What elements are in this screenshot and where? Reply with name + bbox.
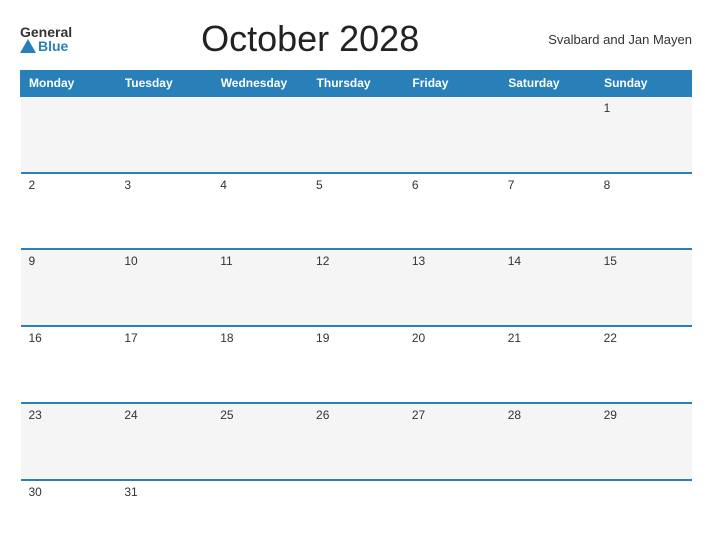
day-number: 26 [316, 408, 396, 422]
calendar-day-cell: 13 [404, 249, 500, 326]
calendar-day-cell: 22 [596, 326, 692, 403]
calendar-day-cell: 4 [212, 173, 308, 250]
calendar-day-cell: 23 [21, 403, 117, 480]
logo-general-text: General [20, 25, 72, 39]
logo: General Blue [20, 25, 72, 53]
day-number: 29 [604, 408, 684, 422]
calendar-day-cell: 12 [308, 249, 404, 326]
region-label: Svalbard and Jan Mayen [548, 32, 692, 47]
day-number: 20 [412, 331, 492, 345]
calendar-day-cell: 15 [596, 249, 692, 326]
calendar-day-cell: 24 [116, 403, 212, 480]
calendar-day-cell: 30 [21, 480, 117, 536]
calendar-day-cell: 31 [116, 480, 212, 536]
calendar-day-cell: 25 [212, 403, 308, 480]
day-number: 8 [604, 178, 684, 192]
calendar-day-cell [404, 96, 500, 173]
day-number: 23 [29, 408, 109, 422]
day-number: 24 [124, 408, 204, 422]
day-number: 6 [412, 178, 492, 192]
calendar-day-cell: 11 [212, 249, 308, 326]
calendar-week-row: 16 17 18 19 20 21 22 [21, 326, 692, 403]
col-sunday: Sunday [596, 71, 692, 97]
calendar-title: October 2028 [72, 18, 548, 60]
day-number: 17 [124, 331, 204, 345]
calendar-day-cell [500, 96, 596, 173]
calendar-day-cell: 10 [116, 249, 212, 326]
day-number: 2 [29, 178, 109, 192]
calendar-day-cell: 27 [404, 403, 500, 480]
calendar-day-cell: 1 [596, 96, 692, 173]
calendar-day-cell: 16 [21, 326, 117, 403]
calendar-day-cell: 21 [500, 326, 596, 403]
calendar-day-cell: 18 [212, 326, 308, 403]
day-number: 31 [124, 485, 204, 499]
day-number: 4 [220, 178, 300, 192]
logo-triangle-icon [20, 39, 36, 53]
col-wednesday: Wednesday [212, 71, 308, 97]
col-saturday: Saturday [500, 71, 596, 97]
col-monday: Monday [21, 71, 117, 97]
calendar-day-cell [500, 480, 596, 536]
col-thursday: Thursday [308, 71, 404, 97]
day-number: 16 [29, 331, 109, 345]
calendar-day-cell: 14 [500, 249, 596, 326]
col-tuesday: Tuesday [116, 71, 212, 97]
calendar-week-row: 30 31 [21, 480, 692, 536]
day-number: 15 [604, 254, 684, 268]
calendar-day-cell [308, 480, 404, 536]
day-number: 7 [508, 178, 588, 192]
calendar-day-cell [212, 96, 308, 173]
calendar-week-row: 23 24 25 26 27 28 29 [21, 403, 692, 480]
calendar-page: General Blue October 2028 Svalbard and J… [0, 0, 712, 550]
calendar-day-cell: 2 [21, 173, 117, 250]
day-number: 14 [508, 254, 588, 268]
day-number: 1 [604, 101, 684, 115]
calendar-day-cell: 26 [308, 403, 404, 480]
calendar-week-row: 2 3 4 5 6 7 8 [21, 173, 692, 250]
day-number: 18 [220, 331, 300, 345]
calendar-day-cell: 17 [116, 326, 212, 403]
day-number: 30 [29, 485, 109, 499]
calendar-day-cell: 9 [21, 249, 117, 326]
day-number: 27 [412, 408, 492, 422]
logo-blue-text: Blue [38, 39, 68, 53]
calendar-day-cell: 28 [500, 403, 596, 480]
calendar-day-cell [308, 96, 404, 173]
calendar-day-cell: 5 [308, 173, 404, 250]
calendar-week-row: 1 [21, 96, 692, 173]
calendar-day-cell: 29 [596, 403, 692, 480]
calendar-day-cell [596, 480, 692, 536]
logo-blue-row: Blue [20, 39, 68, 53]
day-number: 9 [29, 254, 109, 268]
calendar-day-cell [404, 480, 500, 536]
calendar-day-cell [116, 96, 212, 173]
day-number: 13 [412, 254, 492, 268]
calendar-day-cell [212, 480, 308, 536]
day-number: 19 [316, 331, 396, 345]
calendar-day-cell: 3 [116, 173, 212, 250]
calendar-day-cell: 6 [404, 173, 500, 250]
day-number: 21 [508, 331, 588, 345]
day-number: 11 [220, 254, 300, 268]
day-number: 5 [316, 178, 396, 192]
calendar-day-cell: 7 [500, 173, 596, 250]
weekday-header-row: Monday Tuesday Wednesday Thursday Friday… [21, 71, 692, 97]
col-friday: Friday [404, 71, 500, 97]
calendar-day-cell: 8 [596, 173, 692, 250]
day-number: 25 [220, 408, 300, 422]
calendar-day-cell [21, 96, 117, 173]
day-number: 3 [124, 178, 204, 192]
day-number: 10 [124, 254, 204, 268]
calendar-header: General Blue October 2028 Svalbard and J… [20, 18, 692, 60]
calendar-table: Monday Tuesday Wednesday Thursday Friday… [20, 70, 692, 536]
day-number: 12 [316, 254, 396, 268]
calendar-week-row: 9 10 11 12 13 14 15 [21, 249, 692, 326]
day-number: 28 [508, 408, 588, 422]
calendar-day-cell: 20 [404, 326, 500, 403]
calendar-day-cell: 19 [308, 326, 404, 403]
day-number: 22 [604, 331, 684, 345]
